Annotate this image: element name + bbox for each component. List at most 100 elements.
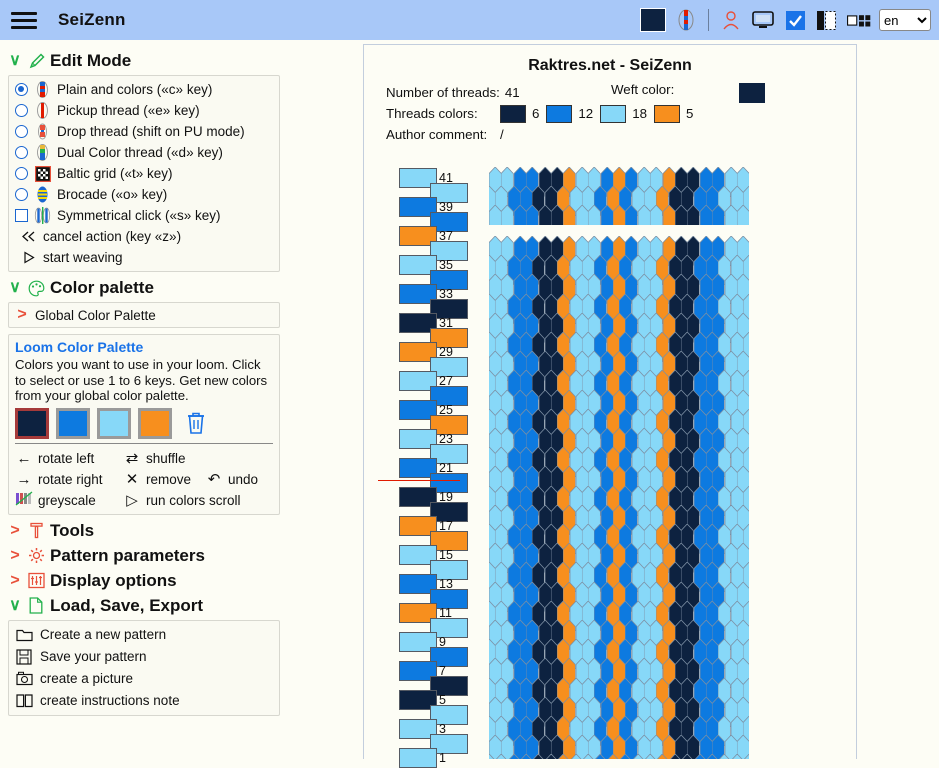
checkbox-icon[interactable] xyxy=(15,209,28,222)
tool-icon xyxy=(27,522,45,540)
threads-colors-line: Threads colors: 6 12 18 5 xyxy=(364,103,856,124)
start-weaving-button[interactable]: start weaving xyxy=(15,247,273,268)
rewind-icon xyxy=(20,228,37,245)
thread-cell[interactable] xyxy=(399,748,437,768)
hamburger-bar xyxy=(11,11,37,15)
loom-swatch-list xyxy=(15,407,273,439)
weave-pattern-canvas[interactable] xyxy=(489,236,749,759)
sidebar-section-title: Display options xyxy=(50,570,177,590)
threads-count-line: Number of threads: 41 Weft color: xyxy=(364,82,856,103)
create-picture-label: create a picture xyxy=(40,671,134,686)
edit-mode-option-brocade[interactable]: Brocade («o» key) xyxy=(15,184,273,205)
current-color-swatch[interactable] xyxy=(640,8,666,32)
trash-icon[interactable] xyxy=(185,409,207,437)
author-comment-value: / xyxy=(500,127,504,142)
thread-column[interactable]: 41 39 37 35 33 31 29 27 25 23 21 19 17 15 13 11 9 7 5 3 1 xyxy=(399,168,483,768)
radio-icon[interactable] xyxy=(15,167,28,180)
edit-mode-option-pickup-thread[interactable]: Pickup thread («e» key) xyxy=(15,100,273,121)
threads-colors-label: Threads colors: xyxy=(386,106,478,121)
top-bar-right-tools: enfrdees xyxy=(640,8,939,32)
remove-label: remove xyxy=(146,471,192,487)
thread-color-count-3: 5 xyxy=(686,106,694,121)
rotate-right-button[interactable]: → rotate right xyxy=(15,471,123,488)
greyscale-icon xyxy=(15,490,33,510)
radio-icon[interactable] xyxy=(15,83,28,96)
greyscale-button[interactable]: greyscale xyxy=(15,490,123,510)
edit-mode-option-plain-and-colors[interactable]: Plain and colors («c» key) xyxy=(15,79,273,100)
global-color-palette-row[interactable]: > Global Color Palette xyxy=(8,302,280,328)
chevron-right-icon: > xyxy=(10,521,20,539)
weft-color-swatch[interactable] xyxy=(739,83,765,103)
create-instructions-note-label: create instructions note xyxy=(40,693,180,708)
radio-icon[interactable] xyxy=(15,188,28,201)
chevron-down-icon: ∨ xyxy=(9,52,21,69)
edit-mode-option-dual-color-thread[interactable]: Dual Color thread («d» key) xyxy=(15,142,273,163)
undo-icon: ↶ xyxy=(207,471,221,488)
sidebar-section-tools[interactable]: > Tools xyxy=(8,521,355,541)
grid-icon[interactable] xyxy=(847,8,871,32)
rotate-right-label: rotate right xyxy=(38,471,103,487)
hamburger-menu-icon[interactable] xyxy=(4,0,44,40)
edit-mode-panel: Plain and colors («c» key) Pickup thread… xyxy=(8,75,280,272)
create-instructions-note-button[interactable]: create instructions note xyxy=(15,690,273,712)
loom-swatch-2[interactable] xyxy=(97,407,131,439)
edit-mode-option-baltic-grid[interactable]: Baltic grid («t» key) xyxy=(15,163,273,184)
sidebar-section-pattern-parameters[interactable]: > Pattern parameters xyxy=(8,546,355,566)
monitor-icon[interactable] xyxy=(751,8,775,32)
cancel-action-button[interactable]: cancel action (key «z») xyxy=(15,226,273,247)
pencil-icon xyxy=(27,52,45,70)
chevron-right-icon: > xyxy=(10,571,20,589)
radio-icon[interactable] xyxy=(15,104,28,117)
checkbox-icon[interactable] xyxy=(783,8,807,32)
sidebar: ∨ Edit Mode Plain and colors («c» key) P… xyxy=(0,40,363,759)
sidebar-section-title: Pattern parameters xyxy=(50,545,205,565)
undo-button[interactable]: ↶ undo xyxy=(205,470,258,488)
save-pattern-button[interactable]: Save your pattern xyxy=(15,646,273,668)
gear-icon xyxy=(27,547,45,565)
sidebar-section-color-palette[interactable]: ∨ Color palette xyxy=(8,278,355,298)
language-select[interactable]: enfrdees xyxy=(879,9,931,31)
rotate-left-button[interactable]: ← rotate left xyxy=(15,450,123,467)
app-title: SeiZenn xyxy=(58,10,126,29)
folder-icon xyxy=(15,626,33,644)
start-weaving-label: start weaving xyxy=(43,250,123,265)
edit-mode-option-drop-thread[interactable]: Drop thread (shift on PU mode) xyxy=(15,121,273,142)
shuffle-button[interactable]: ⇄ shuffle xyxy=(123,449,186,467)
sidebar-section-display-options[interactable]: > Display options xyxy=(8,571,355,591)
weft-color-label: Weft color: xyxy=(611,82,675,97)
loom-swatch-1[interactable] xyxy=(56,407,90,439)
thread-color-swatch-1 xyxy=(546,104,573,123)
play-icon: ▷ xyxy=(126,492,138,509)
loom-color-palette-title: Loom Color Palette xyxy=(15,339,144,355)
toolbar-divider xyxy=(708,9,709,31)
sidebar-section-edit-mode[interactable]: ∨ Edit Mode xyxy=(8,51,355,71)
save-icon xyxy=(15,648,33,666)
hamburger-bar xyxy=(11,18,37,22)
edit-mode-option-label: Baltic grid («t» key) xyxy=(57,166,173,181)
loom-swatch-3[interactable] xyxy=(138,407,172,439)
panel-icon[interactable] xyxy=(815,8,839,32)
chevron-down-icon: ∨ xyxy=(9,279,21,296)
symmetrical-click-icon xyxy=(34,207,51,224)
radio-icon[interactable] xyxy=(15,146,28,159)
thread-icon[interactable] xyxy=(674,8,698,32)
sidebar-section-load-save-export[interactable]: ∨ Load, Save, Export xyxy=(8,596,355,616)
edit-mode-option-label: Dual Color thread («d» key) xyxy=(57,145,223,160)
camera-icon xyxy=(15,670,33,688)
radio-icon[interactable] xyxy=(15,125,28,138)
dual-color-thread-icon xyxy=(34,144,51,161)
drop-thread-icon xyxy=(34,123,51,140)
loom-swatch-0[interactable] xyxy=(15,407,49,439)
edit-mode-option-label: Drop thread (shift on PU mode) xyxy=(57,124,245,139)
user-icon[interactable] xyxy=(719,8,743,32)
create-picture-button[interactable]: create a picture xyxy=(15,668,273,690)
create-new-pattern-button[interactable]: Create a new pattern xyxy=(15,624,273,646)
remove-button[interactable]: ✕ remove xyxy=(123,470,205,488)
run-colors-scroll-button[interactable]: ▷ run colors scroll xyxy=(123,491,240,509)
thread-color-swatch-3 xyxy=(654,104,680,123)
edit-mode-option-label: Pickup thread («e» key) xyxy=(57,103,200,118)
edit-mode-option-symmetrical-click[interactable]: Symmetrical click («s» key) xyxy=(15,205,273,226)
chevron-down-icon: ∨ xyxy=(9,596,21,614)
pattern-info-block: Number of threads: 41 Weft color: Thread… xyxy=(364,82,856,145)
weave-preview-band[interactable] xyxy=(489,167,749,225)
